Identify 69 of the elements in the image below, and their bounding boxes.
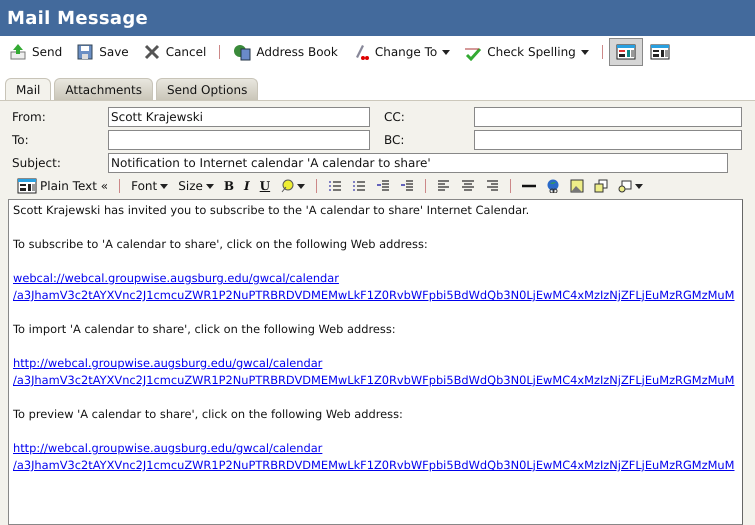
body-paragraph: To import 'A calendar to share', click on the following Web address: xyxy=(13,321,397,338)
address-book-icon xyxy=(233,43,252,61)
separator xyxy=(119,179,120,193)
highlighter-icon xyxy=(280,179,294,193)
plain-text-button[interactable]: Plain Text « xyxy=(12,175,114,197)
layout-icon xyxy=(17,177,37,195)
send-icon xyxy=(9,43,27,61)
align-right-icon xyxy=(485,179,500,193)
tab[interactable]: Mail xyxy=(5,78,52,100)
web-address-link[interactable]: /a3JhamV3c2tAYXVnc2J1cmcuZWR1P2NuPTRBRDVDMEMwLkF1Z0RvbWFpbi5BdWdQb3N0LjEwMC4xMzIzNjZFLjEuMzRGMzMuM xyxy=(13,457,738,474)
numbered-list-icon xyxy=(328,179,342,193)
tab[interactable]: Attachments xyxy=(54,78,153,100)
web-address-link[interactable]: http://webcal.groupwise.augsburg.edu/gwcal/calendar xyxy=(13,440,738,457)
layout-icon xyxy=(616,43,636,61)
underline-button[interactable]: U xyxy=(254,177,276,195)
from-field[interactable]: Scott Krajewski xyxy=(108,107,370,127)
web-address-link[interactable]: webcal://webcal.groupwise.augsburg.edu/gwcal/calendar xyxy=(13,270,738,287)
layout-icon xyxy=(650,43,670,61)
save-icon xyxy=(76,43,94,61)
bold-button[interactable]: B xyxy=(218,177,240,195)
toolbar-button[interactable]: Address Book xyxy=(226,38,345,66)
view-button[interactable] xyxy=(608,38,643,66)
separator xyxy=(316,179,318,193)
outdent-icon xyxy=(400,179,414,193)
separator xyxy=(219,45,220,59)
to-field[interactable] xyxy=(108,130,370,150)
indent-icon xyxy=(376,179,390,193)
caret-icon xyxy=(635,184,644,188)
toolbar-menu-button[interactable]: Change To xyxy=(344,38,458,66)
web-address-link[interactable]: /a3JhamV3c2tAYXVnc2J1cmcuZWR1P2NuPTRBRDVDMEMwLkF1Z0RvbWFpbi5BdWdQb3N0LjEwMC4xMzIzNjZFLjEuMzRGMzMuM xyxy=(13,287,738,304)
web-address-link[interactable]: http://webcal.groupwise.augsburg.edu/gwcal/calendar xyxy=(13,355,738,372)
field-label: To: xyxy=(11,133,30,147)
shapes-icon xyxy=(618,179,632,193)
field-label: CC: xyxy=(383,110,406,124)
caret-icon xyxy=(442,50,450,54)
image-icon xyxy=(594,179,608,193)
window-title: Mail Message xyxy=(7,8,148,28)
caret-icon xyxy=(580,50,589,54)
separator xyxy=(510,179,512,193)
field-label: From: xyxy=(11,110,47,124)
tab[interactable]: Send Options xyxy=(156,78,258,100)
toolbar-button[interactable]: Send xyxy=(2,38,70,66)
separator xyxy=(602,45,603,59)
separator xyxy=(425,179,426,193)
body-paragraph: To preview 'A calendar to share', click on the following Web address: xyxy=(13,406,404,423)
caret-icon xyxy=(206,184,214,188)
globe-icon xyxy=(546,179,560,193)
bc-field[interactable] xyxy=(474,130,742,150)
body-paragraph: Scott Krajewski has invited you to subscribe to the 'A calendar to share' Internet Calendar. xyxy=(13,202,530,219)
italic-button[interactable]: I xyxy=(239,177,255,195)
web-address-link[interactable]: /a3JhamV3c2tAYXVnc2J1cmcuZWR1P2NuPTRBRDVDMEMwLkF1Z0RvbWFpbi5BdWdQb3N0LjEwMC4xMzIzNjZFLjEuMzRGMzMuM xyxy=(13,372,738,389)
subject-field[interactable]: Notification to Internet calendar 'A calendar to share' xyxy=(108,153,728,173)
align-center-icon xyxy=(461,179,476,193)
message-body[interactable] xyxy=(8,199,743,525)
bullet-list-icon xyxy=(352,179,366,193)
align-left-icon xyxy=(437,179,452,193)
caret-icon xyxy=(160,184,168,188)
cc-field[interactable] xyxy=(474,107,742,127)
font-menu[interactable]: Font xyxy=(126,177,174,195)
caret-icon xyxy=(297,184,306,188)
size-menu[interactable]: Size xyxy=(173,177,219,195)
field-label: BC: xyxy=(383,133,406,147)
image-icon xyxy=(570,179,584,193)
toolbar-menu-button[interactable]: Check Spelling xyxy=(457,38,596,66)
toolbar-button[interactable]: Save xyxy=(69,38,136,66)
field-label: Subject: xyxy=(11,156,62,170)
toolbar-button[interactable]: Cancel xyxy=(136,38,214,66)
cancel-icon xyxy=(142,43,161,61)
body-paragraph: To subscribe to 'A calendar to share', click on the following Web address: xyxy=(13,236,429,253)
